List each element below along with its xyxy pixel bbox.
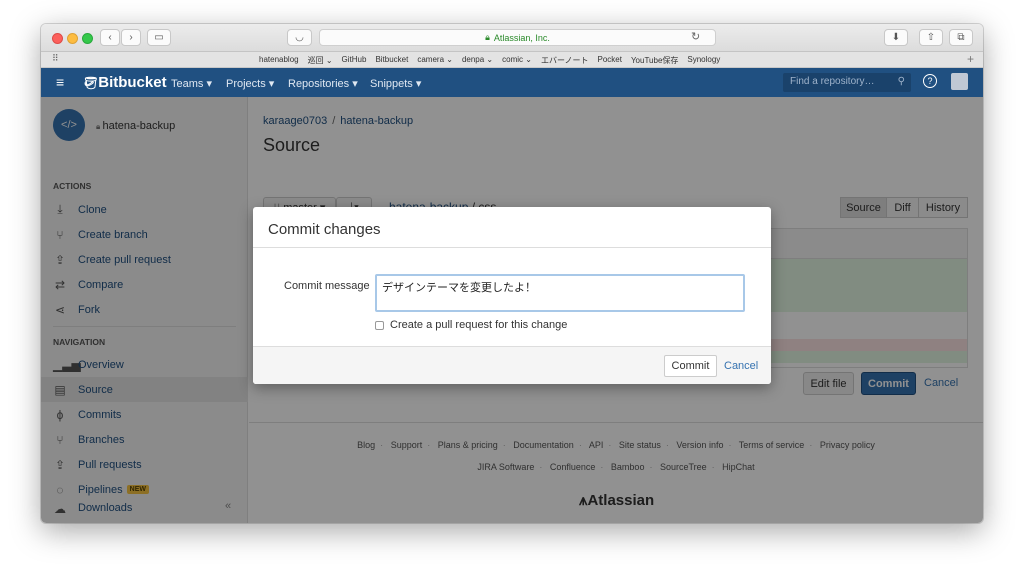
bucket-icon: 🪣︎ [83,76,99,90]
sidebar-toggle-button[interactable]: ▭ [147,29,171,46]
bookmark-item[interactable]: GitHub [342,55,367,66]
bookmark-item[interactable]: エバーノート [541,55,589,66]
address-bar[interactable]: 🔒︎ Atlassian, Inc. [319,29,716,46]
bookmark-item[interactable]: Synology [687,55,720,66]
bookmark-item[interactable]: Pocket [597,55,621,66]
browser-toolbar: ‹ › ▭ ◡ 🔒︎ Atlassian, Inc. ↻ ⬇ ⇧ ⧉ [41,24,983,52]
dialog-commit-button[interactable]: Commit [664,355,717,377]
back-button[interactable]: ‹ [100,29,120,46]
bookmark-item[interactable]: comic ⌄ [502,55,532,66]
share-button[interactable]: ⇧ [919,29,943,46]
menu-projects[interactable]: Projects ▾ [226,77,274,90]
dialog-footer: Commit Cancel [253,346,771,384]
bookmark-list: hatenablog 巡回 ⌄ GitHub Bitbucket camera … [259,55,720,66]
lock-icon: 🔒︎ [485,32,490,42]
sidebar-icon: ▭ [154,32,164,43]
bookmark-item[interactable]: YouTube保存 [631,55,678,66]
dialog-header: Commit changes [253,207,771,248]
bookmark-item[interactable]: 巡回 ⌄ [308,55,333,66]
grid-icon[interactable]: ⠿ [52,53,59,64]
share-icon: ⇧ [926,32,936,43]
search-icon: ⚲ [897,76,905,87]
address-text: Atlassian, Inc. [493,32,550,43]
browser-window: ‹ › ▭ ◡ 🔒︎ Atlassian, Inc. ↻ ⬇ ⇧ ⧉ ⠿ hat… [41,24,983,523]
create-pull-request-checkbox[interactable]: Create a pull request for this change [375,319,567,331]
tabs-button[interactable]: ⧉ [949,29,973,46]
menu-snippets[interactable]: Snippets ▾ [370,77,421,90]
bookmarks-bar: ⠿ hatenablog 巡回 ⌄ GitHub Bitbucket camer… [41,52,983,68]
app-header: ≡ 🪣︎Bitbucket Teams ▾ Projects ▾ Reposit… [41,68,983,97]
chevron-right-icon: › [129,32,133,43]
downloads-button[interactable]: ⬇ [884,29,908,46]
minimize-window-button[interactable] [67,33,78,44]
commit-message-field[interactable]: デザインテーマを変更したよ！ [375,274,745,312]
repository-search-input[interactable]: Find a repository… ⚲ [783,73,911,92]
help-icon[interactable]: ? [923,74,937,88]
new-tab-icon[interactable]: + [967,52,974,66]
forward-button[interactable]: › [121,29,141,46]
pocket-icon: ◡ [295,32,304,43]
dialog-cancel-link[interactable]: Cancel [724,360,758,372]
commit-changes-dialog: Commit changes Commit message デザインテーマを変更… [253,207,771,384]
zoom-window-button[interactable] [82,33,93,44]
avatar[interactable] [951,73,968,90]
commit-message-label: Commit message [284,280,370,292]
menu-icon[interactable]: ≡ [56,74,64,90]
bookmark-item[interactable]: denpa ⌄ [462,55,493,66]
close-window-button[interactable] [52,33,63,44]
chevron-left-icon: ‹ [108,32,112,43]
reload-icon[interactable]: ↻ [691,30,700,43]
menu-teams[interactable]: Teams ▾ [171,77,212,90]
menu-repositories[interactable]: Repositories ▾ [288,77,358,90]
tabs-icon: ⧉ [957,32,965,43]
bookmark-item[interactable]: Bitbucket [375,55,408,66]
checkbox-label: Create a pull request for this change [390,319,568,331]
bitbucket-logo[interactable]: 🪣︎Bitbucket [83,74,167,91]
pocket-button[interactable]: ◡ [287,29,312,46]
bookmark-item[interactable]: camera ⌄ [417,55,453,66]
bookmark-item[interactable]: hatenablog [259,55,299,66]
checkbox-box[interactable] [375,320,384,330]
download-icon: ⬇ [891,32,901,43]
dialog-title: Commit changes [268,221,381,238]
